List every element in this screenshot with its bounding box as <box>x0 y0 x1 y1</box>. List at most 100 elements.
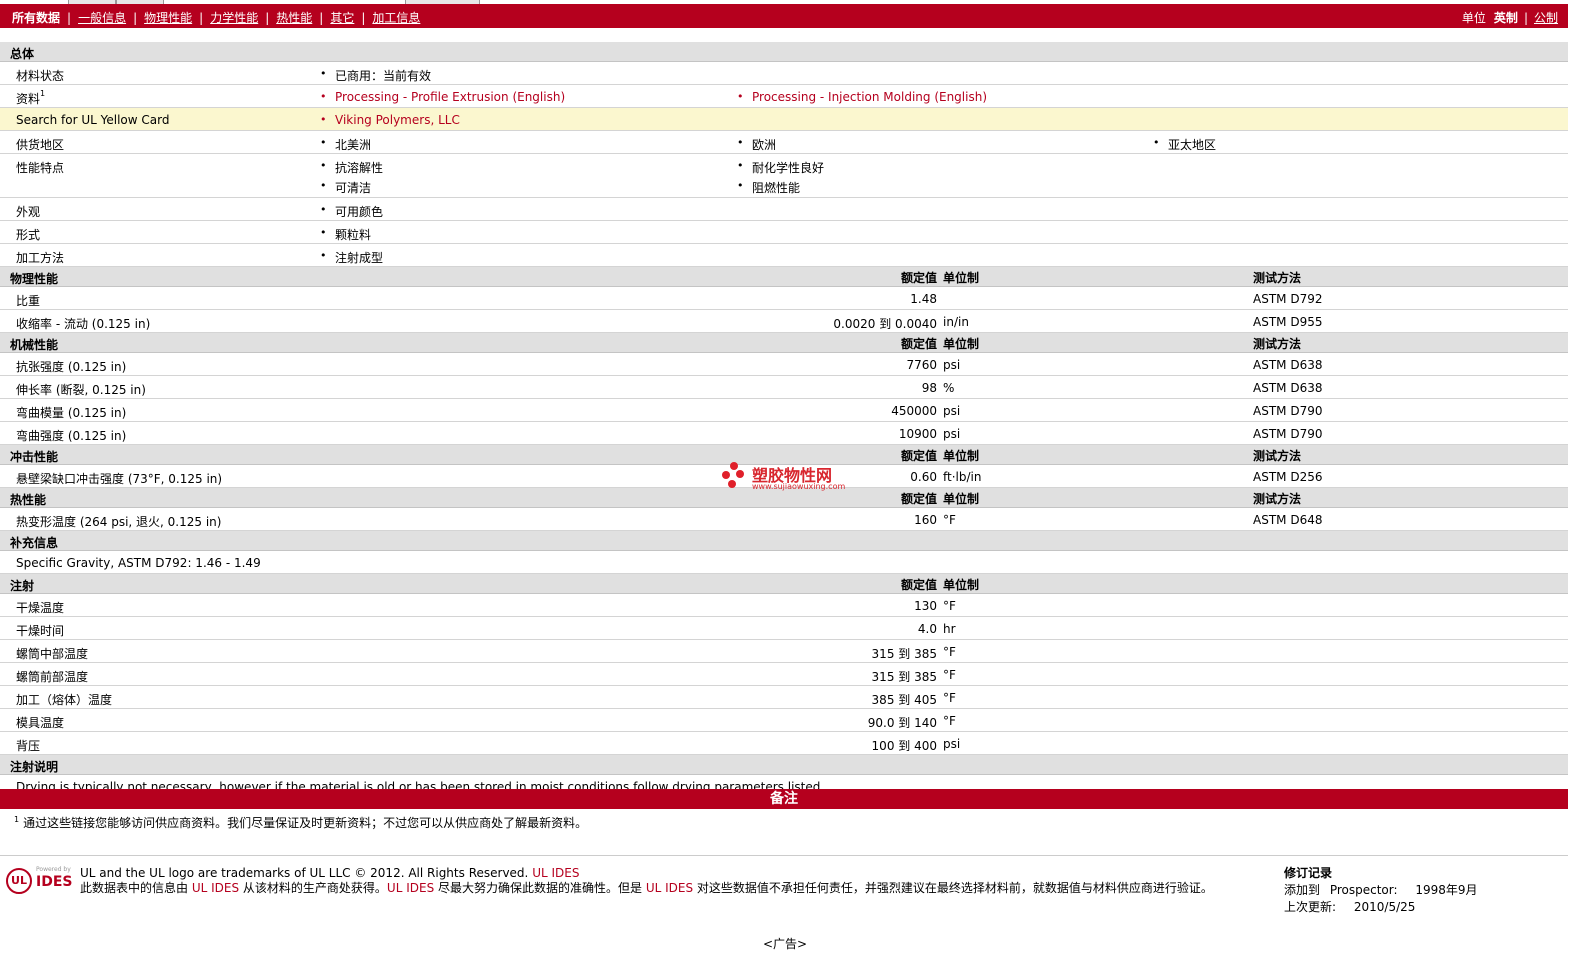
remarks-footnote: 1 通过这些链接您能够访问供应商资料。我们尽量保证及时更新资料；不过您可以从供应商… <box>14 814 587 831</box>
footnote-ref: 1 <box>40 89 46 98</box>
table-row: 模具温度 90.0 到 140 °F <box>0 709 1568 732</box>
table-row: 加工（熔体）温度 385 到 405 °F <box>0 686 1568 709</box>
revision-updated: 上次更新: 2010/5/25 <box>1284 900 1416 914</box>
section-title: 注射 <box>10 579 35 593</box>
row-documents: 资料1 Processing - Profile Extrusion (Engl… <box>0 85 1568 108</box>
property-unit: °F <box>943 691 956 705</box>
disclaimer-text: 此数据表中的信息由 UL IDES 从该材料的生产商处获得。UL IDES 尽最… <box>80 881 1213 895</box>
nav-general-link[interactable]: 一般信息 <box>78 9 126 26</box>
table-row: 背压 100 到 400 psi <box>0 732 1568 755</box>
units-metric-link[interactable]: 公制 <box>1534 9 1558 26</box>
property-value: 315 到 385 <box>871 647 937 661</box>
property-unit: °F <box>943 645 956 659</box>
row-processing-method: 加工方法 注射成型 <box>0 244 1568 267</box>
supplement-text: Specific Gravity, ASTM D792: 1.46 - 1.49 <box>16 556 261 570</box>
property-unit: in/in <box>943 315 969 329</box>
ul-ides-link[interactable]: UL IDES <box>532 866 579 880</box>
table-row: 收缩率 - 流动 (0.125 in) 0.0020 到 0.0040 in/i… <box>0 310 1568 333</box>
nav-separator: | <box>361 10 366 25</box>
property-label: 弯曲模量 (0.125 in) <box>16 406 127 420</box>
nav-all-data[interactable]: 所有数据 <box>12 9 60 26</box>
property-label: 背压 <box>16 739 41 753</box>
table-row: 干燥温度 130 °F <box>0 594 1568 617</box>
ul-logo-icon: UL <box>6 868 32 894</box>
property-unit: °F <box>943 513 956 527</box>
property-unit: ft·lb/in <box>943 470 982 484</box>
trademark-line: UL and the UL logo are trademarks of UL … <box>80 866 580 880</box>
table-row: 抗张强度 (0.125 in) 7760 psi ASTM D638 <box>0 353 1568 376</box>
property-value: 385 到 405 <box>871 693 937 707</box>
property-value: 315 到 385 <box>871 670 937 684</box>
test-method: ASTM D792 <box>1253 292 1323 306</box>
supplier-link[interactable]: Viking Polymers, LLC <box>320 113 460 127</box>
watermark-url: www.sujiaowuxing.com <box>752 482 846 491</box>
row-value: 可用颜色 <box>320 203 383 220</box>
region-item: 欧洲 <box>737 136 776 153</box>
region-item: 北美洲 <box>320 136 371 153</box>
ul-ides-link[interactable]: UL IDES <box>192 881 239 895</box>
row-label: 供货地区 <box>16 138 65 152</box>
revision-title: 修订记录 <box>1284 866 1333 880</box>
ul-ides-link[interactable]: UL IDES <box>646 881 693 895</box>
property-unit: psi <box>943 427 961 441</box>
ul-ides-link[interactable]: UL IDES <box>387 881 434 895</box>
nav-separator: | <box>199 10 204 25</box>
test-method: ASTM D955 <box>1253 315 1323 329</box>
column-header-test: 测试方法 <box>1253 449 1302 463</box>
property-unit: psi <box>943 404 961 418</box>
property-label: 抗张强度 (0.125 in) <box>16 360 127 374</box>
test-method: ASTM D790 <box>1253 404 1323 418</box>
nav-separator: | <box>1523 10 1528 25</box>
property-value: 160 <box>914 513 937 527</box>
property-unit: °F <box>943 668 956 682</box>
section-header-injection: 注射 额定值 单位制 <box>0 574 1568 594</box>
property-value: 7760 <box>906 358 937 372</box>
units-label: 单位 <box>1461 11 1486 25</box>
test-method: ASTM D648 <box>1253 513 1323 527</box>
nav-physical-link[interactable]: 物理性能 <box>144 9 192 26</box>
nav-processing-link[interactable]: 加工信息 <box>372 9 420 26</box>
column-header-value: 额定值 <box>900 578 937 592</box>
row-form: 形式 颗粒料 <box>0 221 1568 244</box>
nav-separator: | <box>319 10 324 25</box>
table-row: 热变形温度 (264 psi, 退火, 0.125 in) 160 °F AST… <box>0 508 1568 531</box>
feature-item: 抗溶解性 <box>320 159 383 176</box>
property-unit: % <box>943 381 955 395</box>
column-header-unit: 单位制 <box>943 271 980 285</box>
row-regions: 供货地区 北美洲 欧洲 亚太地区 <box>0 131 1568 154</box>
doc-link-injection-molding[interactable]: Processing - Injection Molding (English) <box>737 90 987 104</box>
remarks-header: 备注 <box>0 789 1568 809</box>
test-method: ASTM D256 <box>1253 470 1323 484</box>
property-value: 10900 <box>898 427 937 441</box>
region-item: 亚太地区 <box>1153 136 1216 153</box>
row-appearance: 外观 可用颜色 <box>0 198 1568 221</box>
column-header-test: 测试方法 <box>1253 271 1302 285</box>
table-row: 弯曲强度 (0.125 in) 10900 psi ASTM D790 <box>0 422 1568 445</box>
property-label: 伸长率 (断裂, 0.125 in) <box>16 383 146 397</box>
ides-text: IDES <box>36 874 73 890</box>
footer-divider <box>0 855 1568 856</box>
nav-separator: | <box>265 10 270 25</box>
row-value: 已商用：当前有效 <box>320 67 431 84</box>
column-header-unit: 单位制 <box>943 492 980 506</box>
unit-switcher: 单位 英制 | 公制 <box>1462 9 1558 26</box>
property-unit: hr <box>943 622 956 636</box>
nav-thermal-link[interactable]: 热性能 <box>276 9 312 26</box>
section-title: 热性能 <box>10 493 47 507</box>
units-english-current: 英制 <box>1493 11 1518 25</box>
doc-link-profile-extrusion[interactable]: Processing - Profile Extrusion (English) <box>320 90 565 104</box>
section-title: 总体 <box>10 47 35 61</box>
page-margin <box>1568 0 1585 963</box>
section-nav-bar: 所有数据 | 一般信息 | 物理性能 | 力学性能 | 热性能 | 其它 | 加… <box>0 4 1568 28</box>
feature-item: 可清洁 <box>320 179 371 196</box>
powered-by-text: Powered by <box>36 866 71 873</box>
section-title: 机械性能 <box>10 338 59 352</box>
row-label: 加工方法 <box>16 251 65 265</box>
column-header-value: 额定值 <box>900 337 937 351</box>
nav-mechanical-link[interactable]: 力学性能 <box>210 9 258 26</box>
section-header-physical: 物理性能 额定值 单位制 测试方法 <box>0 267 1568 287</box>
column-header-unit: 单位制 <box>943 449 980 463</box>
nav-other-link[interactable]: 其它 <box>330 9 354 26</box>
property-label: 热变形温度 (264 psi, 退火, 0.125 in) <box>16 515 222 529</box>
advertisement-label[interactable]: <广告> <box>763 935 807 952</box>
